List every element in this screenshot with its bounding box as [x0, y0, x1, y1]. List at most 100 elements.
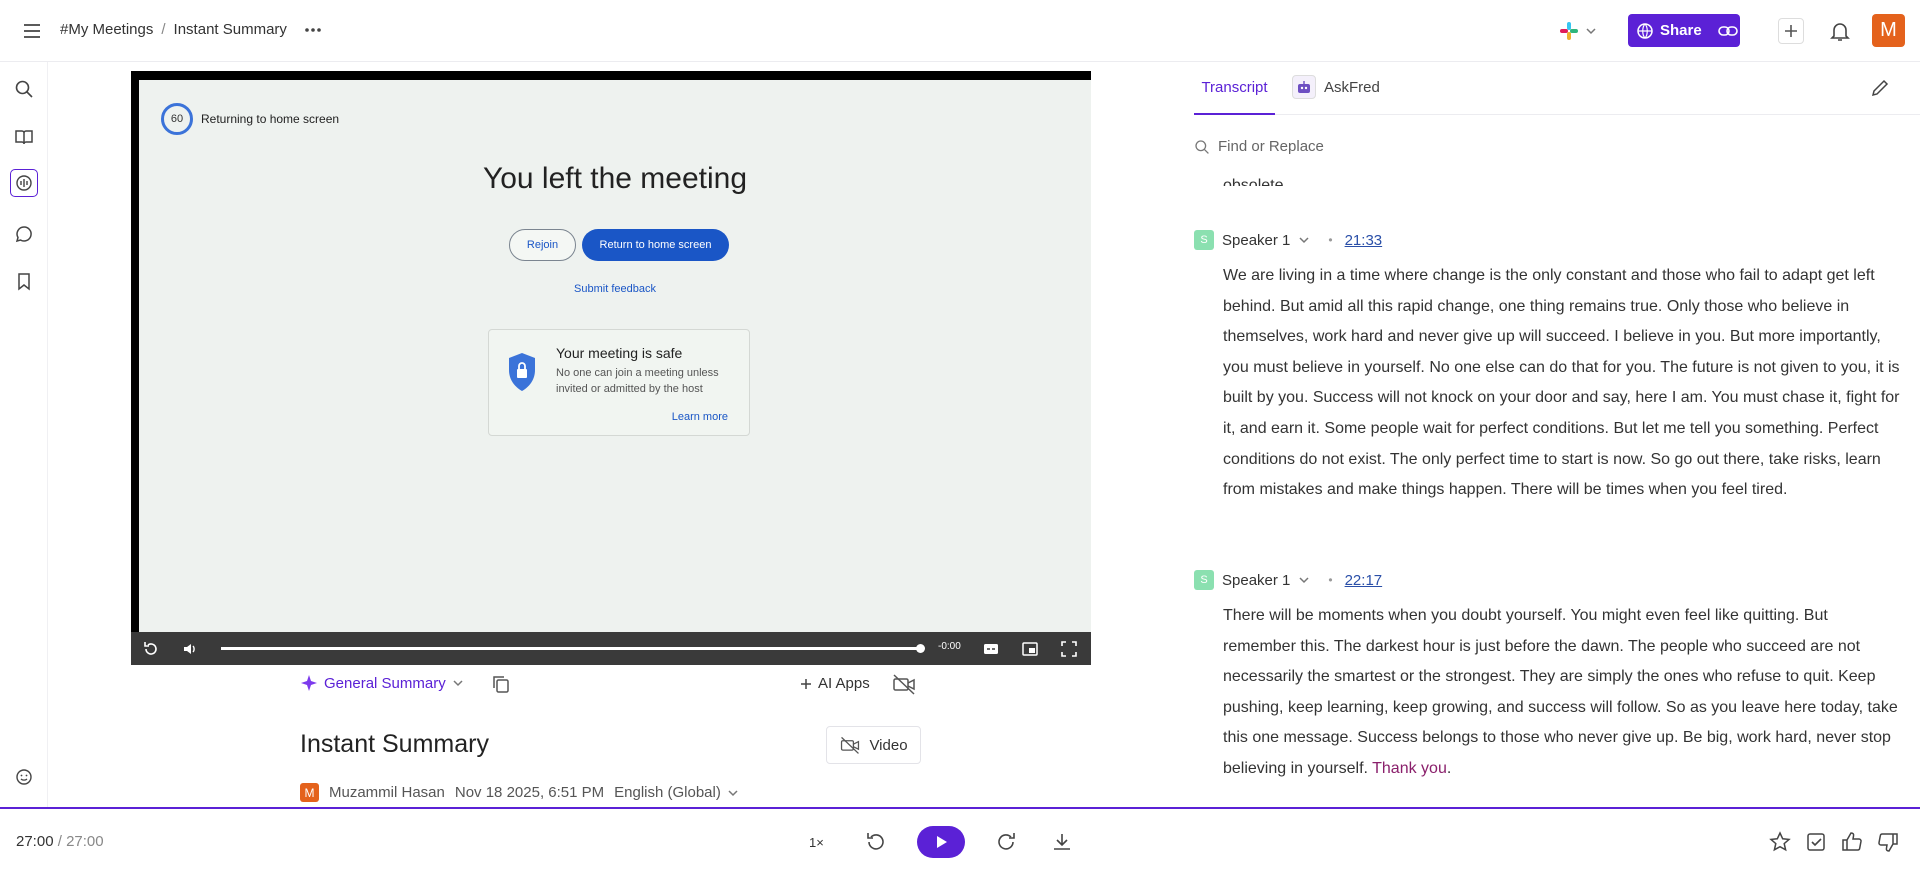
breadcrumb-my-meetings[interactable]: #My Meetings	[60, 21, 153, 38]
audio-icon	[16, 175, 32, 191]
book-icon	[15, 130, 33, 145]
volume-button[interactable]	[181, 640, 199, 658]
smiley-icon	[16, 769, 32, 785]
forward-icon	[998, 833, 1015, 850]
tab-transcript[interactable]: Transcript	[1194, 62, 1275, 115]
chevron-down-icon	[453, 680, 463, 687]
captions-icon	[984, 644, 998, 654]
task-button[interactable]	[1804, 830, 1828, 854]
chevron-down-icon	[1586, 28, 1596, 35]
tab-askfred[interactable]: AskFred	[1292, 75, 1380, 99]
search-icon	[15, 80, 33, 98]
speaker-name[interactable]: Speaker 1	[1222, 232, 1290, 249]
slack-integration-button[interactable]	[1559, 18, 1605, 44]
video-frame: 60 Returning to home screen You left the…	[139, 80, 1091, 632]
download-icon	[1054, 834, 1070, 850]
link-icon	[1717, 25, 1738, 36]
bookmark-icon	[18, 273, 30, 291]
timestamp-link[interactable]: 22:17	[1345, 572, 1383, 589]
video-seek-bar[interactable]	[221, 644, 925, 653]
transcript-paragraph: We are living in a time where change is …	[1223, 267, 1900, 499]
more-options-icon[interactable]	[302, 19, 324, 41]
highlighted-word: Thank you	[1372, 759, 1447, 777]
copy-link-button[interactable]	[1710, 14, 1746, 47]
video-time-remaining: -0:00	[938, 641, 961, 652]
search-icon	[1195, 139, 1209, 154]
submit-feedback-link: Submit feedback	[574, 283, 656, 295]
video-off-icon	[841, 736, 860, 754]
playback-time: 27:00 / 27:00	[16, 833, 104, 850]
share-label: Share	[1660, 22, 1702, 39]
find-replace-input[interactable]: Find or Replace	[1194, 138, 1324, 155]
speed-button[interactable]: 1×	[809, 835, 824, 850]
video-toggle-button[interactable]: Video	[826, 726, 921, 764]
user-avatar[interactable]: M	[1872, 14, 1905, 47]
play-button[interactable]	[917, 826, 965, 858]
shield-lock-icon	[509, 353, 535, 391]
safe-description: No one can join a meeting unless invited…	[556, 367, 719, 395]
thumbs-up-button[interactable]	[1840, 830, 1864, 854]
rail-meetings[interactable]	[10, 169, 38, 197]
ai-apps-label: AI Apps	[818, 675, 870, 692]
volume-icon	[184, 644, 195, 654]
slack-icon	[1560, 22, 1578, 40]
breadcrumb-instant-summary[interactable]: Instant Summary	[174, 21, 287, 38]
edit-transcript-button[interactable]	[1870, 78, 1890, 98]
forward-button[interactable]	[995, 830, 1019, 854]
add-button[interactable]	[1778, 18, 1804, 44]
favorite-button[interactable]	[1768, 830, 1792, 854]
separator-dot: •	[1328, 233, 1333, 247]
checkbox-icon	[1807, 833, 1825, 851]
transcript-text: There will be moments when you doubt you…	[1223, 607, 1898, 777]
thumbs-down-button[interactable]	[1876, 830, 1900, 854]
pip-icon	[1022, 642, 1038, 656]
copy-summary-button[interactable]	[490, 673, 512, 695]
general-summary-dropdown[interactable]: General Summary	[300, 674, 464, 692]
separator-dot: •	[1328, 573, 1333, 587]
seek-knob[interactable]	[916, 644, 925, 653]
playback-bar: 27:00 / 27:00 1×	[0, 809, 1920, 878]
rejoin-button: Rejoin	[509, 229, 576, 261]
video-heading: You left the meeting	[482, 162, 748, 195]
video-player[interactable]: 60 Returning to home screen You left the…	[131, 71, 1091, 665]
speaker-name[interactable]: Speaker 1	[1222, 572, 1290, 589]
author-avatar: M	[300, 783, 319, 802]
hide-video-button[interactable]	[891, 671, 917, 697]
general-summary-label: General Summary	[324, 674, 446, 692]
rail-bookmarks[interactable]	[10, 267, 38, 295]
ai-apps-button[interactable]: AI Apps	[800, 675, 870, 692]
rail-search[interactable]	[10, 75, 38, 103]
timestamp-link[interactable]: 21:33	[1345, 232, 1383, 249]
rail-library[interactable]	[10, 123, 38, 151]
summary-title: Instant Summary	[300, 730, 489, 758]
rail-feedback[interactable]	[10, 763, 38, 791]
current-time: 27:00	[16, 833, 54, 850]
menu-icon[interactable]	[20, 19, 44, 43]
fullscreen-button[interactable]	[1060, 640, 1078, 658]
thumbs-down-icon	[1878, 833, 1898, 852]
panel-tabs: Transcript AskFred	[1194, 62, 1920, 115]
notifications-button[interactable]	[1827, 18, 1853, 44]
replay-button[interactable]	[142, 640, 160, 658]
chevron-down-icon	[1299, 237, 1309, 244]
picture-in-picture-button[interactable]	[1021, 640, 1039, 658]
speaker-avatar: S	[1194, 230, 1214, 250]
language-dropdown[interactable]: English (Global)	[614, 784, 739, 801]
chevron-down-icon	[1299, 577, 1309, 584]
share-button[interactable]: Share	[1628, 14, 1740, 47]
copy-icon	[493, 676, 509, 693]
captions-button[interactable]	[982, 640, 1000, 658]
breadcrumb-separator: /	[161, 21, 166, 38]
rewind-icon	[867, 833, 884, 850]
countdown-timer: 60	[161, 103, 193, 135]
transcript-paragraph: There will be moments when you doubt you…	[1223, 601, 1903, 785]
star-icon	[1769, 831, 1791, 852]
bell-icon	[1830, 23, 1850, 41]
rail-chat[interactable]	[10, 220, 38, 248]
time-separator: /	[57, 833, 62, 850]
left-rail	[0, 62, 48, 808]
rewind-button[interactable]	[863, 830, 887, 854]
learn-more-link: Learn more	[671, 411, 728, 423]
sparkle-icon	[301, 675, 317, 691]
download-button[interactable]	[1050, 830, 1074, 854]
